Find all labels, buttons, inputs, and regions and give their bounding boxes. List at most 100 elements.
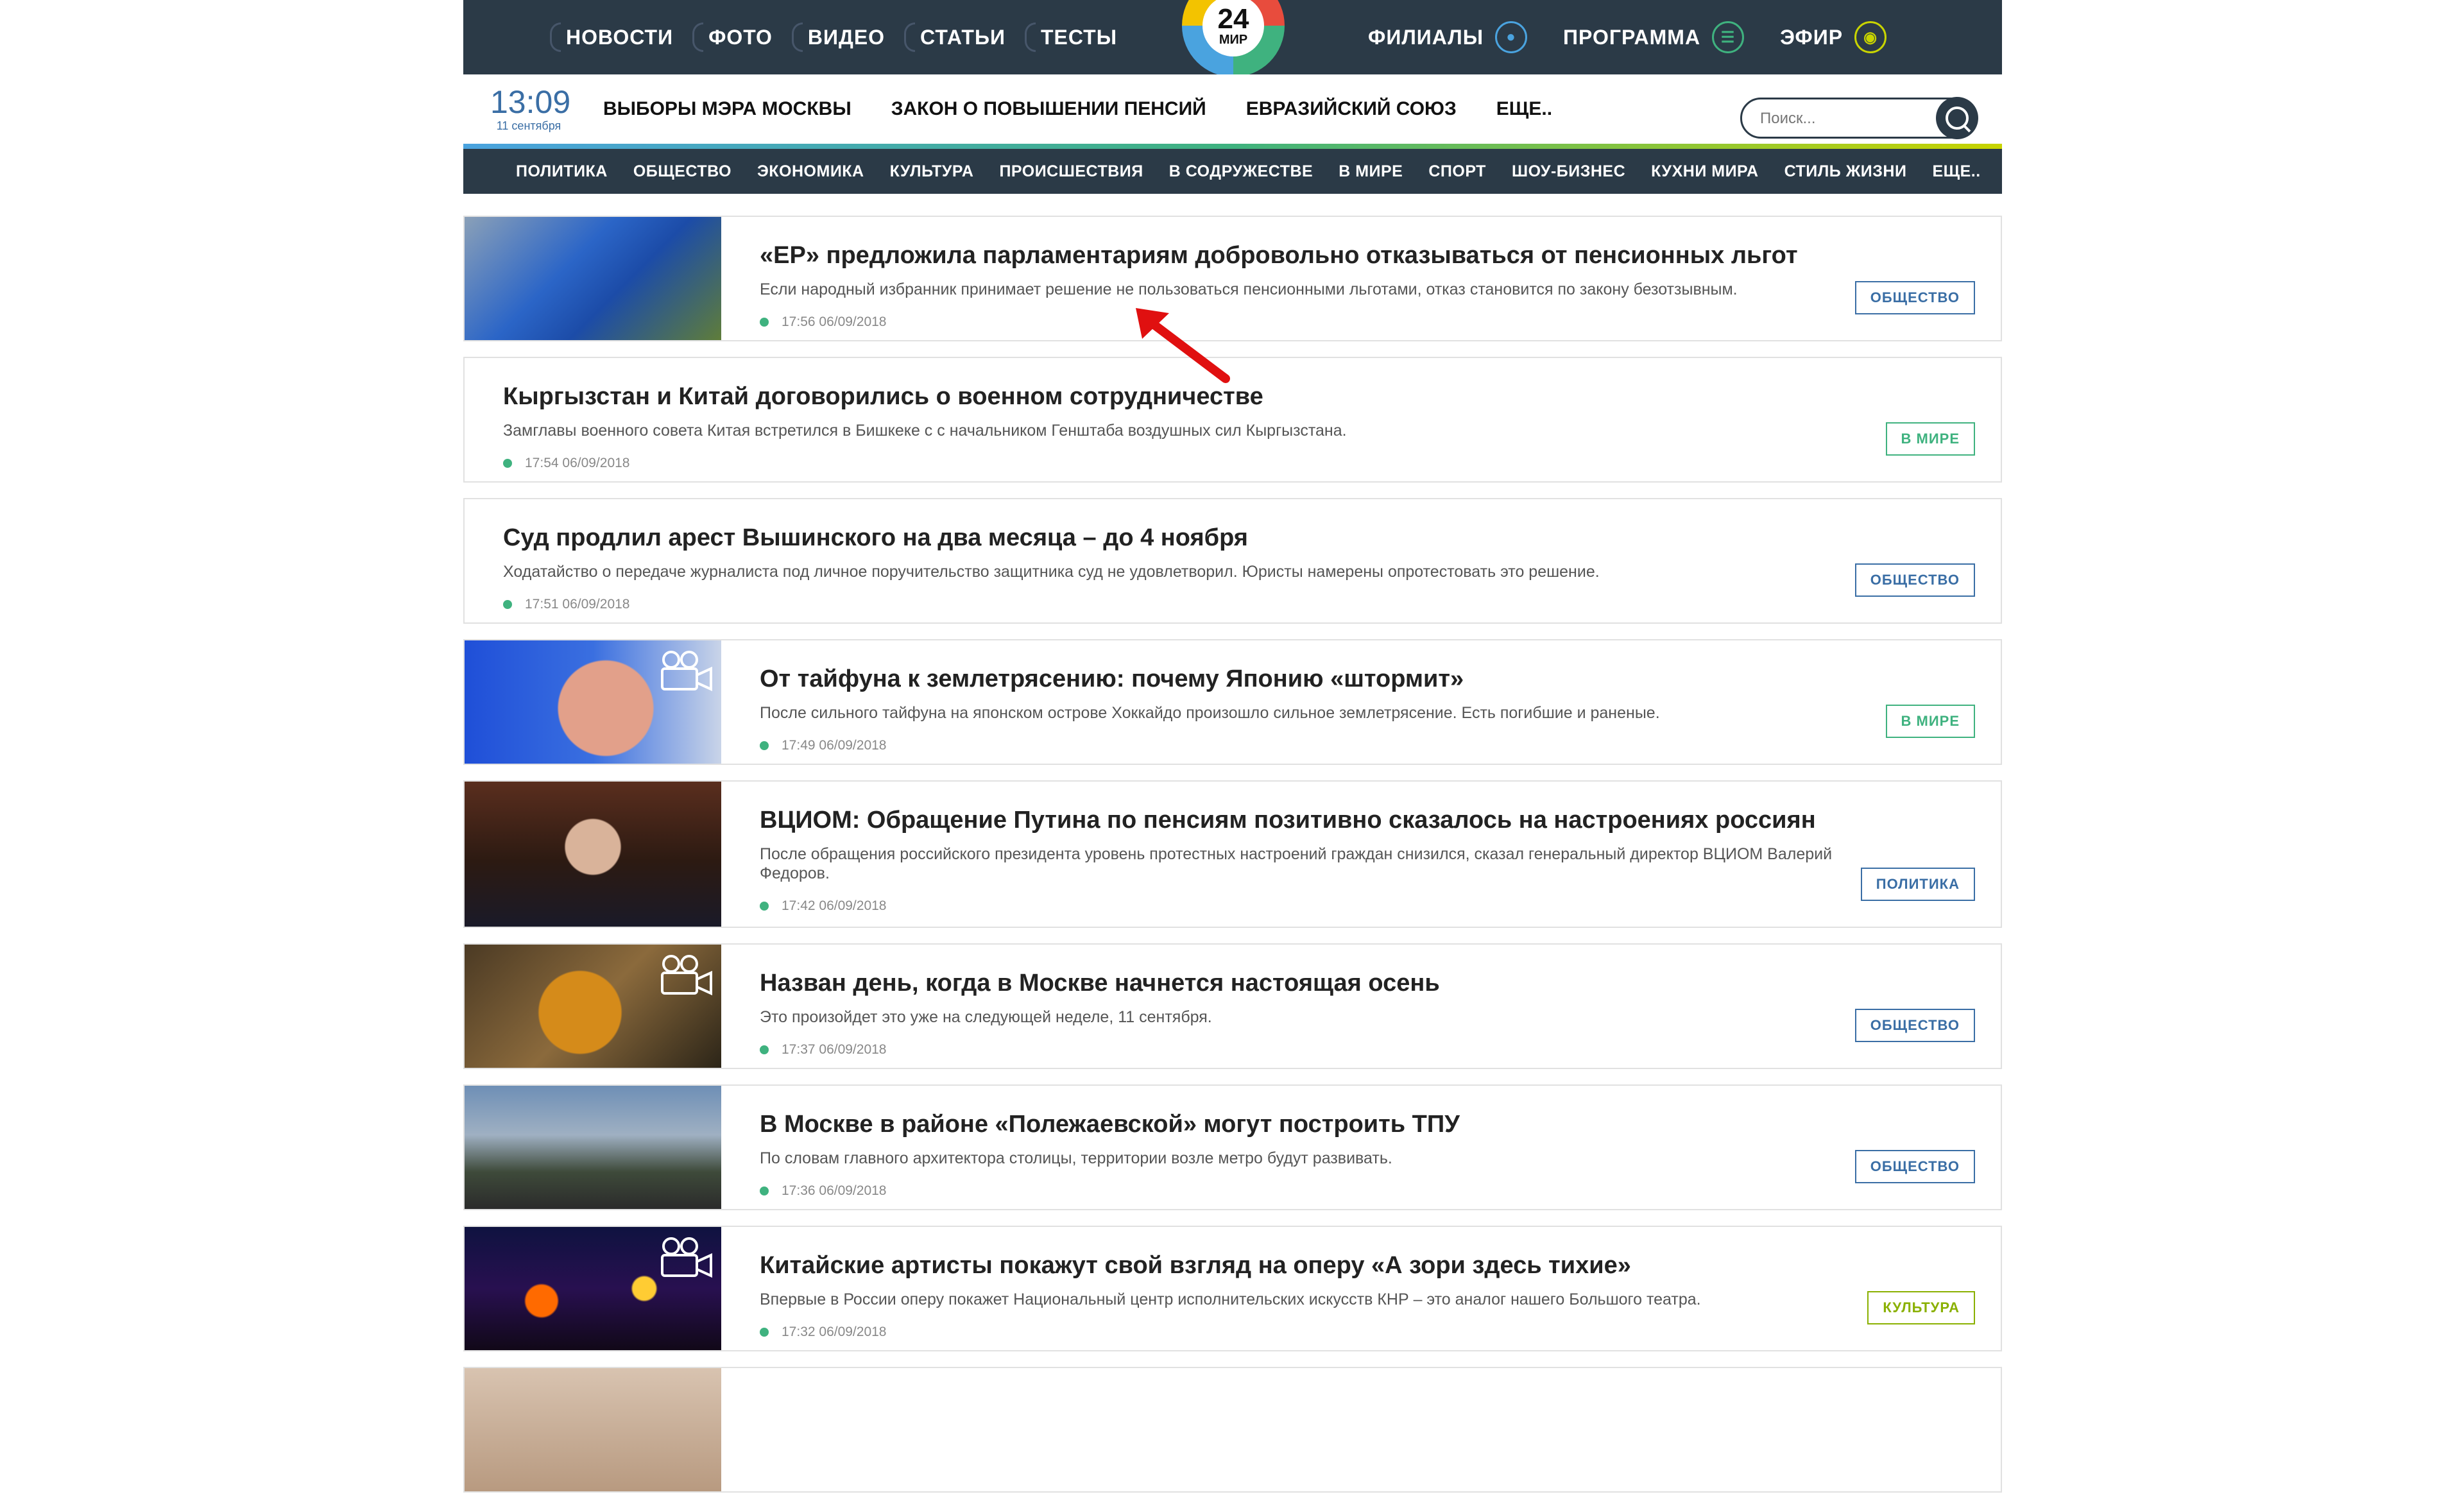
nav-articles[interactable]: СТАТЬИ bbox=[904, 22, 1005, 52]
news-title[interactable]: От тайфуна к землетрясению: почему Япони… bbox=[760, 665, 1834, 693]
news-time: 17:36 06/09/2018 bbox=[782, 1183, 887, 1198]
news-thumbnail[interactable] bbox=[465, 1368, 721, 1491]
news-title[interactable]: В Москве в районе «Полежаевской» могут п… bbox=[760, 1111, 1834, 1138]
category-tag[interactable]: КУЛЬТУРА bbox=[1867, 1291, 1975, 1324]
news-title[interactable]: ВЦИОМ: Обращение Путина по пенсиям позит… bbox=[760, 807, 1834, 834]
dot-icon bbox=[760, 317, 769, 327]
category-society[interactable]: ОБЩЕСТВО bbox=[633, 162, 732, 181]
category-more[interactable]: ЕЩЕ.. bbox=[1932, 162, 1980, 181]
news-meta: 17:49 06/09/2018 bbox=[760, 738, 1834, 753]
nav-news[interactable]: НОВОСТИ bbox=[550, 22, 673, 52]
news-time: 17:37 06/09/2018 bbox=[782, 1041, 887, 1057]
news-item[interactable]: Суд продлил арест Вышинского на два меся… bbox=[463, 498, 2002, 624]
news-meta: 17:54 06/09/2018 bbox=[503, 456, 1834, 471]
news-thumbnail[interactable] bbox=[465, 640, 721, 764]
category-tag[interactable]: ОБЩЕСТВО bbox=[1854, 1150, 1975, 1183]
nav-program-label: ПРОГРАММА bbox=[1563, 25, 1701, 49]
news-meta: 17:37 06/09/2018 bbox=[760, 1042, 1834, 1058]
news-description: Это произойдет это уже на следующей неде… bbox=[760, 1007, 1212, 1026]
news-time: 17:32 06/09/2018 bbox=[782, 1324, 887, 1339]
video-camera-icon bbox=[661, 1237, 712, 1278]
logo-number: 24 bbox=[1217, 3, 1249, 35]
video-camera-icon bbox=[661, 651, 712, 692]
news-description: После сильного тайфуна на японском остро… bbox=[760, 703, 1660, 722]
nav-branches-label: ФИЛИАЛЫ bbox=[1368, 25, 1484, 49]
category-tag[interactable]: ПОЛИТИКА bbox=[1860, 868, 1975, 901]
nav-tests[interactable]: ТЕСТЫ bbox=[1024, 22, 1118, 52]
category-world[interactable]: В МИРЕ bbox=[1339, 162, 1403, 181]
news-item[interactable]: От тайфуна к землетрясению: почему Япони… bbox=[463, 639, 2002, 765]
annotation-arrow-icon bbox=[1136, 308, 1230, 383]
news-time: 17:49 06/09/2018 bbox=[782, 737, 887, 753]
dot-icon bbox=[760, 1045, 769, 1054]
news-thumbnail[interactable] bbox=[465, 1086, 721, 1209]
hot-link-elections[interactable]: ВЫБОРЫ МЭРА МОСКВЫ bbox=[603, 98, 851, 120]
category-showbiz[interactable]: ШОУ-БИЗНЕС bbox=[1512, 162, 1625, 181]
news-time: 17:56 06/09/2018 bbox=[782, 314, 887, 329]
hot-link-more[interactable]: ЕЩЕ.. bbox=[1496, 98, 1552, 120]
news-thumbnail[interactable] bbox=[465, 1227, 721, 1350]
color-stripe bbox=[463, 144, 2002, 149]
news-body: Назван день, когда в Москве начнется нас… bbox=[760, 970, 1834, 1058]
dot-icon bbox=[760, 1327, 769, 1337]
news-description: Ходатайство о передаче журналиста под ли… bbox=[503, 562, 1600, 581]
hot-link-pensions[interactable]: ЗАКОН О ПОВЫШЕНИИ ПЕНСИЙ bbox=[891, 98, 1206, 120]
search-input[interactable] bbox=[1759, 107, 1922, 130]
news-item[interactable]: «ЕР» предложила парламентариям доброволь… bbox=[463, 216, 2002, 341]
category-tag[interactable]: ОБЩЕСТВО bbox=[1854, 1009, 1975, 1042]
news-item[interactable]: Китайские артисты покажут свой взгляд на… bbox=[463, 1226, 2002, 1351]
news-body: «ЕР» предложила парламентариям доброволь… bbox=[760, 242, 1834, 330]
nav-photo[interactable]: ФОТО bbox=[692, 22, 773, 52]
news-thumbnail[interactable] bbox=[465, 945, 721, 1068]
news-title[interactable]: Назван день, когда в Москве начнется нас… bbox=[760, 970, 1834, 997]
category-politics[interactable]: ПОЛИТИКА bbox=[516, 162, 608, 181]
nav-news-label: НОВОСТИ bbox=[566, 25, 674, 49]
dot-icon bbox=[760, 1186, 769, 1195]
dot-icon bbox=[760, 901, 769, 911]
category-tag[interactable]: В МИРЕ bbox=[1885, 705, 1975, 738]
dot-icon bbox=[503, 599, 512, 609]
mir24-logo[interactable]: 24 МИР bbox=[1182, 0, 1285, 77]
news-body: От тайфуна к землетрясению: почему Япони… bbox=[760, 665, 1834, 753]
nav-articles-label: СТАТЬИ bbox=[920, 25, 1005, 49]
news-body: ВЦИОМ: Обращение Путина по пенсиям позит… bbox=[760, 807, 1834, 914]
category-economy[interactable]: ЭКОНОМИКА bbox=[757, 162, 864, 181]
news-title[interactable]: Суд продлил арест Вышинского на два меся… bbox=[503, 524, 1834, 552]
news-item[interactable]: Кыргызстан и Китай договорились о военно… bbox=[463, 357, 2002, 483]
logo-inner: 24 МИР bbox=[1202, 0, 1264, 56]
category-bar: ПОЛИТИКА ОБЩЕСТВО ЭКОНОМИКА КУЛЬТУРА ПРО… bbox=[463, 149, 2002, 194]
nav-program[interactable]: ПРОГРАММА ☰ bbox=[1563, 21, 1745, 53]
nav-live[interactable]: ЭФИР ◉ bbox=[1780, 21, 1887, 53]
news-title[interactable]: Китайские артисты покажут свой взгляд на… bbox=[760, 1252, 1834, 1280]
category-commonwealth[interactable]: В СОДРУЖЕСТВЕ bbox=[1169, 162, 1313, 181]
news-time: 17:42 06/09/2018 bbox=[782, 898, 887, 913]
hot-link-eurasian[interactable]: ЕВРАЗИЙСКИЙ СОЮЗ bbox=[1246, 98, 1457, 120]
news-thumbnail[interactable] bbox=[465, 217, 721, 340]
search-button[interactable] bbox=[1936, 97, 1978, 139]
category-tag[interactable]: В МИРЕ bbox=[1885, 422, 1975, 456]
news-item-partial[interactable] bbox=[463, 1367, 2002, 1493]
main-menu: НОВОСТИ ФОТО ВИДЕО СТАТЬИ ТЕСТЫ bbox=[550, 0, 1117, 74]
category-sport[interactable]: СПОРТ bbox=[1428, 162, 1486, 181]
category-lifestyle[interactable]: СТИЛЬ ЖИЗНИ bbox=[1784, 162, 1907, 181]
nav-photo-label: ФОТО bbox=[708, 25, 773, 49]
category-incidents[interactable]: ПРОИСШЕСТВИЯ bbox=[999, 162, 1143, 181]
news-meta: 17:36 06/09/2018 bbox=[760, 1183, 1834, 1199]
news-item[interactable]: Назван день, когда в Москве начнется нас… bbox=[463, 943, 2002, 1069]
news-title[interactable]: Кыргызстан и Китай договорились о военно… bbox=[503, 383, 1834, 411]
category-tag[interactable]: ОБЩЕСТВО bbox=[1854, 281, 1975, 314]
news-item[interactable]: В Москве в районе «Полежаевской» могут п… bbox=[463, 1084, 2002, 1210]
nav-video[interactable]: ВИДЕО bbox=[791, 22, 885, 52]
category-cuisine[interactable]: КУХНИ МИРА bbox=[1651, 162, 1758, 181]
nav-branches[interactable]: ФИЛИАЛЫ ● bbox=[1368, 21, 1528, 53]
news-title[interactable]: «ЕР» предложила парламентариям доброволь… bbox=[760, 242, 1834, 270]
news-thumbnail[interactable] bbox=[465, 782, 721, 927]
news-item[interactable]: ВЦИОМ: Обращение Путина по пенсиям позит… bbox=[463, 780, 2002, 928]
logo-word: МИР bbox=[1219, 33, 1248, 47]
category-tag[interactable]: ОБЩЕСТВО bbox=[1854, 563, 1975, 597]
search-icon bbox=[1946, 107, 1969, 130]
category-culture[interactable]: КУЛЬТУРА bbox=[890, 162, 974, 181]
news-description: По словам главного архитектора столицы, … bbox=[760, 1149, 1392, 1167]
hot-topics: ВЫБОРЫ МЭРА МОСКВЫ ЗАКОН О ПОВЫШЕНИИ ПЕН… bbox=[603, 74, 1552, 144]
nav-tests-label: ТЕСТЫ bbox=[1040, 25, 1118, 49]
